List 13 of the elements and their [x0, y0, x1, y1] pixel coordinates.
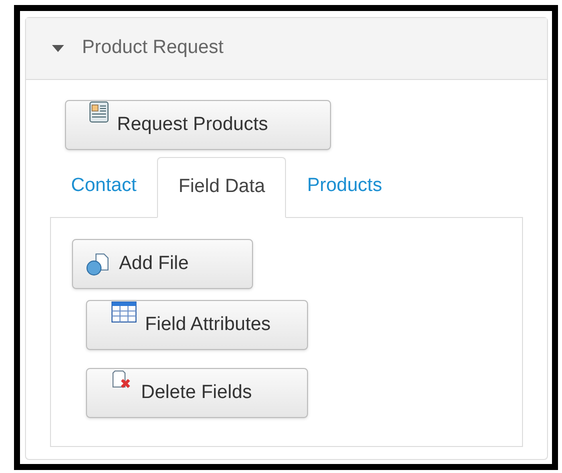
action-button[interactable]: Add File [72, 239, 253, 289]
tab[interactable]: Contact [50, 156, 158, 217]
panel-header[interactable]: Product Request [26, 18, 547, 80]
tab[interactable]: Products [286, 156, 404, 217]
action-button[interactable]: Field Attributes [86, 300, 308, 350]
file-icon [85, 252, 111, 276]
form-icon [89, 101, 109, 123]
action-button[interactable]: Delete Fields [86, 368, 308, 418]
panel-title: Product Request [82, 36, 224, 60]
delete-file-icon [111, 369, 133, 391]
tab[interactable]: Field Data [157, 157, 286, 218]
table-icon [111, 301, 137, 323]
action-button[interactable]: Request Products [65, 100, 331, 150]
